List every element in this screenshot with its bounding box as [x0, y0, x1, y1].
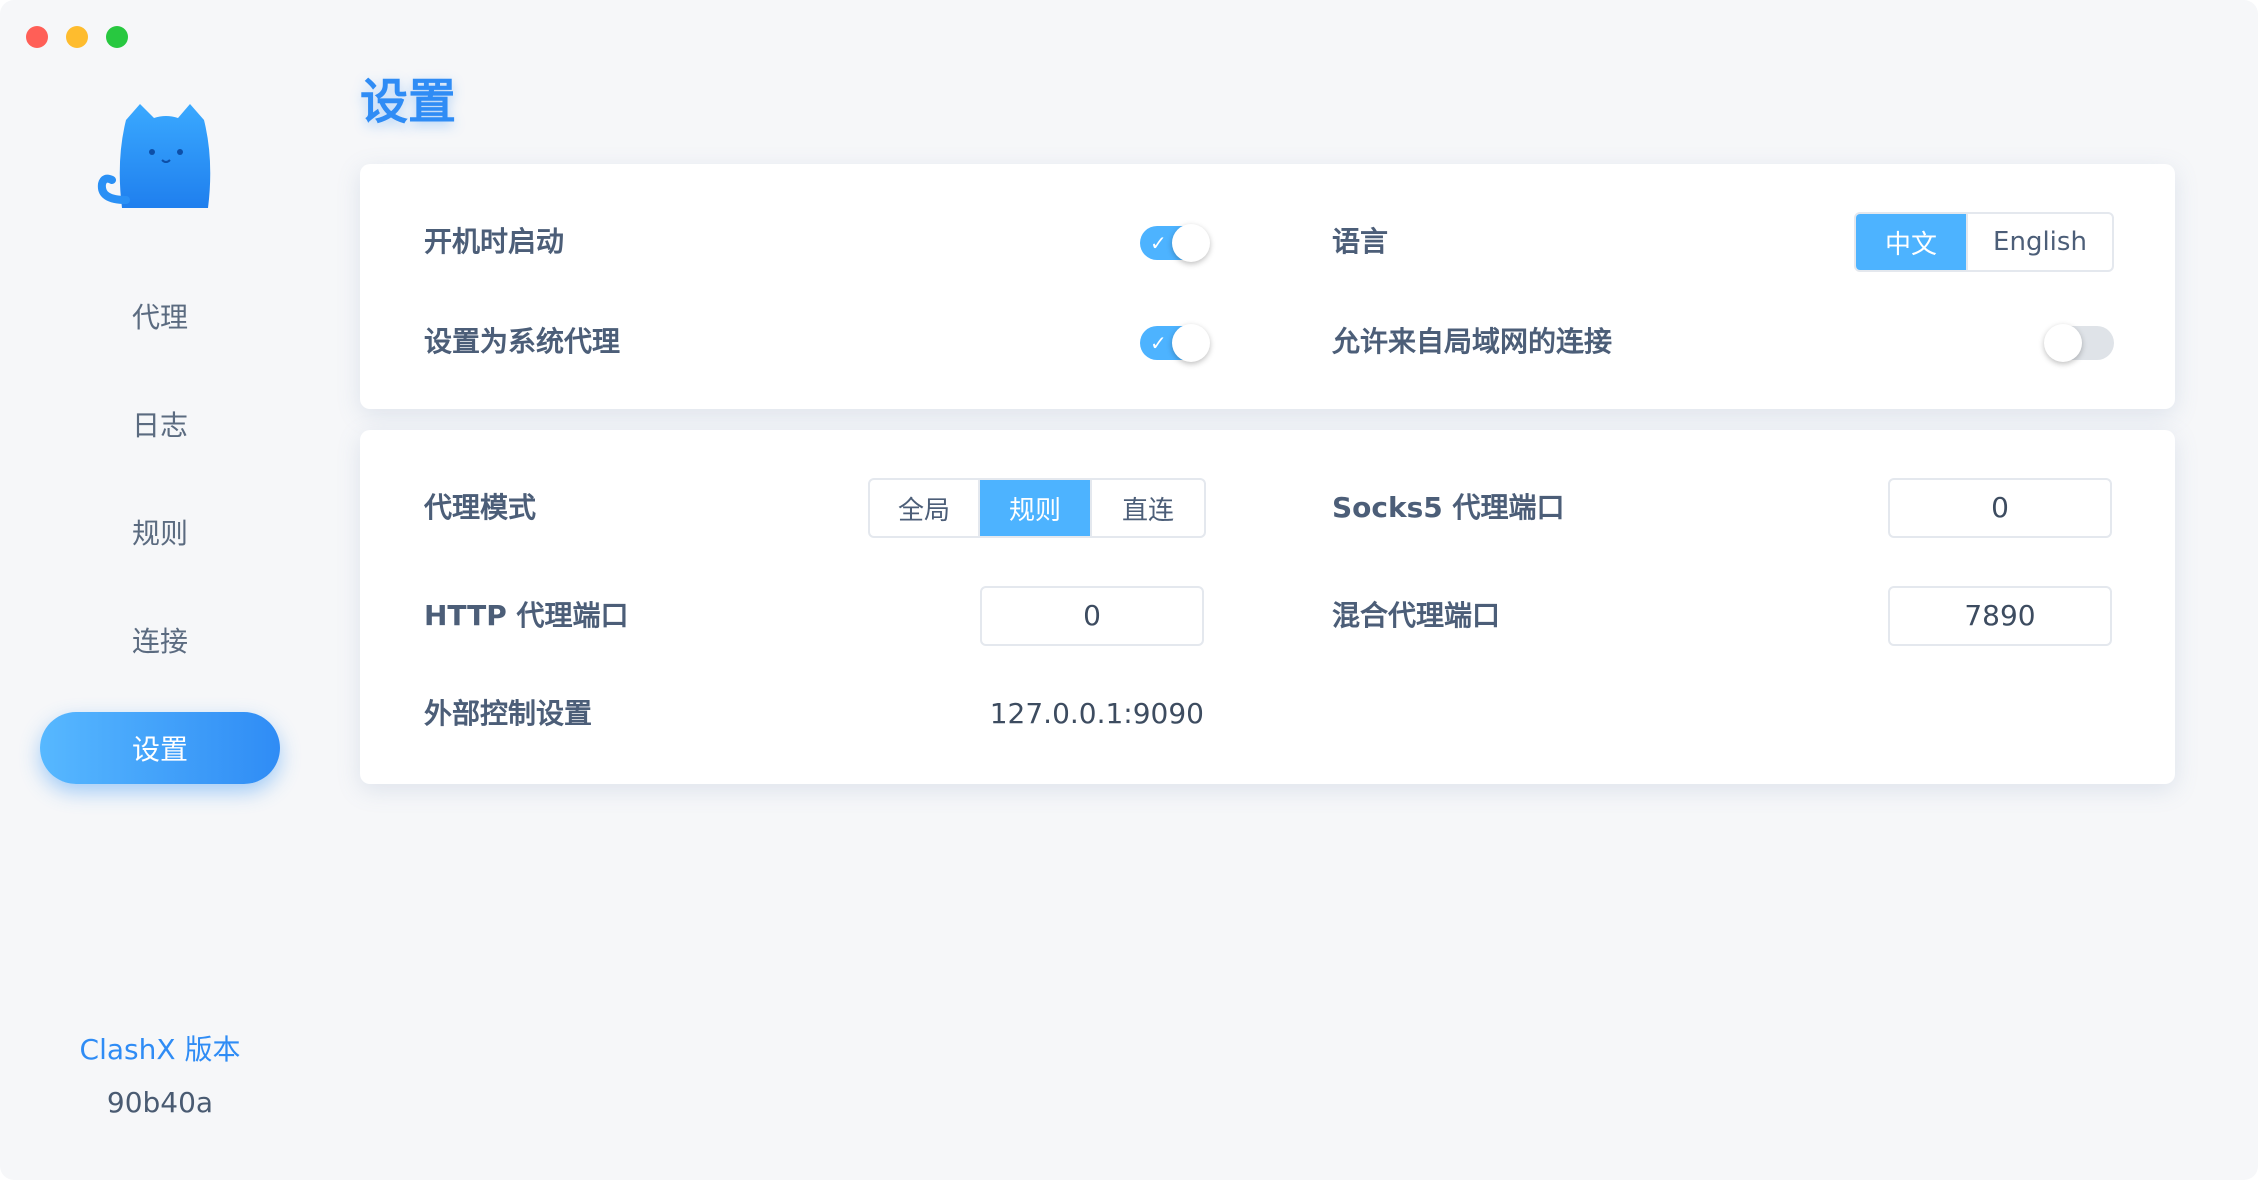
external-controller-label: 外部控制设置 — [424, 697, 593, 730]
start-at-login-toggle[interactable]: ✓ — [1140, 224, 1210, 262]
sidebar-item-label: 规则 — [131, 517, 188, 550]
sidebar-item-label: 设置 — [131, 733, 188, 766]
sidebar-item-label: 连接 — [131, 625, 188, 658]
check-icon: ✓ — [1150, 331, 1167, 355]
language-selector: 中文 English — [1854, 212, 2114, 272]
system-proxy-label: 设置为系统代理 — [424, 325, 621, 358]
external-controller-value[interactable]: 127.0.0.1:9090 — [960, 694, 1204, 734]
sidebar-item-settings[interactable]: 设置 — [40, 712, 280, 784]
proxy-settings-card: 代理模式 全局 规则 直连 Socks5 代理端口 0 HTTP 代理端口 0 … — [360, 430, 2175, 784]
sidebar: 代理 日志 规则 连接 设置 ClashX 版本 90b40a — [0, 0, 320, 1180]
toggle-knob — [1172, 224, 1210, 262]
system-proxy-toggle[interactable]: ✓ — [1140, 324, 1210, 362]
start-at-login-label: 开机时启动 — [424, 225, 565, 258]
proxy-mode-label: 代理模式 — [424, 491, 537, 524]
version-hash: 90b40a — [106, 1086, 214, 1119]
toggle-knob — [1172, 324, 1210, 362]
sidebar-item-logs[interactable]: 日志 — [40, 388, 280, 460]
sidebar-item-label: 日志 — [131, 409, 188, 442]
page-title: 设置 — [360, 74, 457, 130]
language-option-chinese[interactable]: 中文 — [1856, 214, 1968, 270]
proxy-mode-selector: 全局 规则 直连 — [868, 478, 1206, 538]
sidebar-item-connections[interactable]: 连接 — [40, 604, 280, 676]
allow-lan-toggle[interactable] — [2044, 324, 2114, 362]
socks5-port-input[interactable]: 0 — [1888, 478, 2112, 538]
mixed-port-input[interactable]: 7890 — [1888, 586, 2112, 646]
http-port-input[interactable]: 0 — [980, 586, 1204, 646]
sidebar-item-rules[interactable]: 规则 — [40, 496, 280, 568]
toggle-knob — [2044, 324, 2082, 362]
language-option-english[interactable]: English — [1968, 214, 2112, 270]
app-window: 代理 日志 规则 连接 设置 ClashX 版本 90b40a 设置 开机时启动… — [0, 0, 2258, 1180]
mixed-port-label: 混合代理端口 — [1332, 599, 1501, 632]
proxy-mode-rule[interactable]: 规则 — [980, 480, 1092, 536]
cat-icon — [96, 100, 220, 220]
http-port-label: HTTP 代理端口 — [424, 599, 629, 632]
sidebar-item-label: 代理 — [131, 301, 188, 334]
check-icon: ✓ — [1150, 231, 1167, 255]
language-label: 语言 — [1332, 225, 1389, 258]
general-settings-card: 开机时启动 ✓ 设置为系统代理 ✓ 语言 中文 English 允许来自局域网的… — [360, 164, 2175, 409]
proxy-mode-global[interactable]: 全局 — [870, 480, 980, 536]
sidebar-item-proxy[interactable]: 代理 — [40, 280, 280, 352]
allow-lan-label: 允许来自局域网的连接 — [1332, 325, 1613, 358]
proxy-mode-direct[interactable]: 直连 — [1092, 480, 1204, 536]
version-label[interactable]: ClashX 版本 — [0, 1028, 320, 1068]
socks5-port-label: Socks5 代理端口 — [1332, 491, 1565, 524]
